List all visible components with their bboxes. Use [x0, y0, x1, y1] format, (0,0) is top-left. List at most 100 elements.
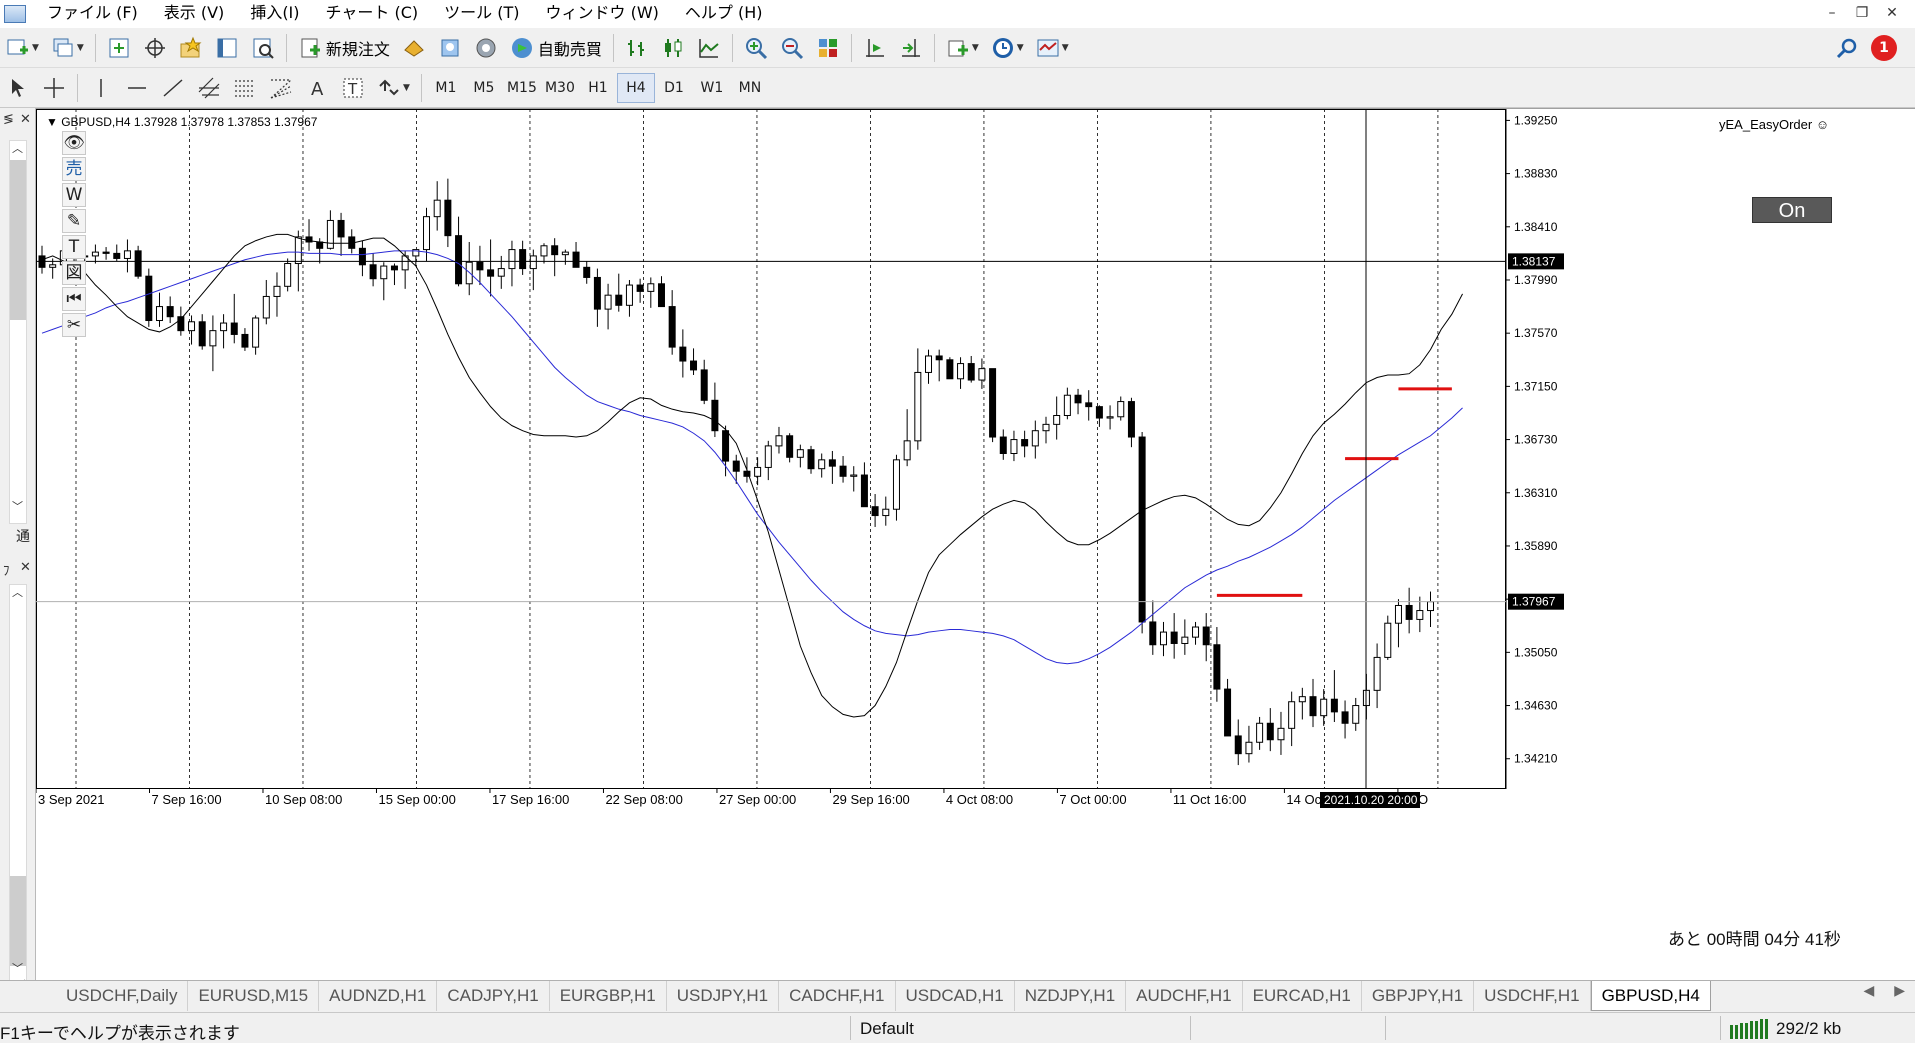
cursor-button[interactable] — [2, 72, 34, 104]
chart-tab[interactable]: AUDNZD,H1 — [319, 981, 438, 1011]
notifications-button[interactable]: 1 — [1867, 32, 1901, 64]
menu-insert[interactable]: 挿入(I) — [237, 0, 312, 28]
chevron-up-icon[interactable]: ︿ — [12, 140, 23, 156]
indicators-button[interactable]: ▼ — [942, 32, 983, 64]
restore-icon[interactable]: ❐ — [1847, 0, 1877, 26]
text-button[interactable]: A — [301, 72, 333, 104]
chart-tab[interactable]: CADCHF,H1 — [779, 981, 896, 1011]
chart-tab[interactable]: USDCAD,H1 — [896, 981, 1015, 1011]
metaeditor-button[interactable] — [398, 32, 430, 64]
pen-icon[interactable]: ✎ — [62, 209, 86, 233]
chart-tab[interactable]: USDCHF,H1 — [1474, 981, 1591, 1011]
candle-body — [871, 506, 879, 517]
new-order-button[interactable]: 新規注文 — [294, 32, 394, 64]
fibonacci-fan-icon — [270, 78, 292, 99]
timeframe-h4[interactable]: H4 — [616, 72, 655, 103]
terminal-button[interactable] — [211, 32, 243, 64]
close-icon[interactable]: ✕ — [20, 560, 31, 575]
bar-chart-button[interactable] — [621, 32, 653, 64]
auto-trading-button[interactable]: 自動売買 — [506, 32, 606, 64]
autoscroll-button[interactable] — [895, 32, 927, 64]
line-chart-button[interactable] — [693, 32, 725, 64]
tile-windows-button[interactable] — [812, 32, 844, 64]
close-icon[interactable]: ✕ — [1877, 0, 1907, 26]
status-connection[interactable]: 292/2 kb — [1730, 1019, 1841, 1039]
search-button[interactable] — [1831, 32, 1863, 64]
panel-tab-label[interactable]: 通 — [16, 526, 30, 546]
new-chart-button[interactable]: ▼ — [2, 32, 43, 64]
candle-body — [690, 360, 698, 371]
minimize-icon[interactable]: – — [1817, 0, 1847, 26]
chart-tab[interactable]: GBPUSD,H4 — [1590, 981, 1711, 1011]
menu-help[interactable]: ヘルプ (H) — [672, 0, 776, 28]
w-icon[interactable]: W — [62, 183, 86, 207]
timeframe-mn[interactable]: MN — [731, 73, 769, 103]
templates-button[interactable]: ▼ — [1032, 32, 1073, 64]
eye-icon[interactable]: 👁 — [62, 131, 86, 155]
chart-tab[interactable]: USDJPY,H1 — [667, 981, 780, 1011]
price-chart[interactable]: 1.39250 1.38830 1.38410 1.37990 1.37570 1.371… — [36, 109, 1915, 981]
chart-window[interactable]: 1.39250 1.38830 1.38410 1.37990 1.37570 1.371… — [36, 108, 1915, 980]
timeframe-m15[interactable]: M15 — [503, 73, 541, 103]
signals-button[interactable] — [434, 32, 466, 64]
chevron-down-icon[interactable]: ▼ — [46, 115, 61, 129]
timeframe-w1[interactable]: W1 — [693, 73, 731, 103]
chart-tab[interactable]: EURGBP,H1 — [550, 981, 667, 1011]
menu-view[interactable]: 表示 (V) — [151, 0, 238, 28]
market-button[interactable] — [470, 32, 502, 64]
chart-tab[interactable]: USDCHF,Daily — [0, 981, 189, 1011]
strategy-tester-button[interactable] — [247, 32, 279, 64]
chart-tab[interactable]: CADJPY,H1 — [437, 981, 550, 1011]
candlestick-button[interactable] — [657, 32, 689, 64]
figure-icon[interactable]: 図 — [62, 261, 86, 285]
chevron-down-icon[interactable]: ﹀ — [12, 960, 23, 976]
sell-icon[interactable]: 売 — [62, 157, 86, 181]
close-icon[interactable]: ✕ — [20, 112, 31, 127]
chart-tab[interactable]: EURCAD,H1 — [1243, 981, 1362, 1011]
chart-tab[interactable]: EURUSD,M15 — [188, 981, 320, 1011]
data-window-button[interactable] — [139, 32, 171, 64]
scissors-icon[interactable]: ✂ — [62, 313, 86, 337]
new-order-icon — [301, 38, 320, 57]
line-studies-toolbar: A T ▼ M1 M5 M15 M30 H1 H4 D1 W1 MN — [0, 68, 1915, 108]
timeframe-d1[interactable]: D1 — [655, 73, 693, 103]
chevron-up-icon[interactable]: ︿ — [12, 584, 23, 600]
chevron-right-icon[interactable]: ▶ — [1894, 983, 1905, 999]
equidistant-channel-button[interactable] — [193, 72, 225, 104]
market-watch-button[interactable] — [103, 32, 135, 64]
chart-shift-button[interactable] — [859, 32, 891, 64]
chart-tab[interactable]: AUDCHF,H1 — [1126, 981, 1243, 1011]
timeframe-m5[interactable]: M5 — [465, 73, 503, 103]
text-label-button[interactable]: T — [337, 72, 369, 104]
profiles-button[interactable]: ▼ — [47, 32, 88, 64]
candle-body — [1394, 604, 1402, 624]
periods-button[interactable]: ▼ — [987, 32, 1028, 64]
crosshair-button[interactable] — [38, 72, 70, 104]
text-icon[interactable]: T — [62, 235, 86, 259]
menu-tools[interactable]: ツール (T) — [431, 0, 532, 28]
status-separator — [1720, 1016, 1721, 1040]
chart-tab[interactable]: GBPJPY,H1 — [1362, 981, 1475, 1011]
rewind-icon[interactable]: ⏮ — [62, 287, 86, 311]
arrows-button[interactable]: ▼ — [373, 72, 414, 104]
zoom-out-button[interactable] — [776, 32, 808, 64]
navigator-button[interactable] — [175, 32, 207, 64]
chevron-down-icon[interactable]: ﹀ — [12, 498, 23, 514]
menu-window[interactable]: ウィンドウ (W) — [532, 0, 671, 28]
ea-on-button[interactable]: On — [1752, 197, 1832, 223]
chart-tab[interactable]: NZDJPY,H1 — [1015, 981, 1127, 1011]
vertical-line-button[interactable] — [85, 72, 117, 104]
chevron-left-icon[interactable]: ◀ — [1863, 983, 1874, 999]
horizontal-line-button[interactable] — [121, 72, 153, 104]
timeframe-h1[interactable]: H1 — [579, 73, 617, 103]
fibonacci-button[interactable] — [229, 72, 261, 104]
zoom-in-button[interactable] — [740, 32, 772, 64]
scroll-thumb[interactable] — [10, 876, 26, 966]
trendline-button[interactable] — [157, 72, 189, 104]
scroll-thumb[interactable] — [10, 160, 26, 320]
timeframe-m30[interactable]: M30 — [541, 73, 579, 103]
menu-file[interactable]: ファイル (F) — [34, 0, 151, 28]
fibonacci-fan-button[interactable] — [265, 72, 297, 104]
timeframe-m1[interactable]: M1 — [427, 73, 465, 103]
menu-chart[interactable]: チャート (C) — [313, 0, 432, 28]
